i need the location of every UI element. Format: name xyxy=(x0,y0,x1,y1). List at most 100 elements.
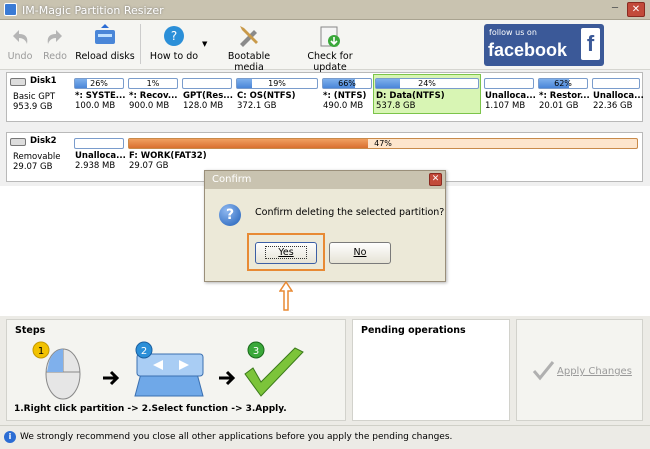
usage-percent: 66% xyxy=(338,79,356,88)
usage-bar xyxy=(484,78,534,89)
minimize-button[interactable]: ─ xyxy=(606,2,624,17)
partition-size: 22.36 GB xyxy=(593,101,633,111)
step3-number: 3 xyxy=(253,346,259,357)
bootable-media-button[interactable]: Bootable media xyxy=(212,22,286,73)
window-title: IM-Magic Partition Resizer xyxy=(22,4,164,17)
apply-changes-label: Apply Changes xyxy=(557,366,632,377)
usage-bar: 24% xyxy=(375,78,479,89)
usage-percent: 1% xyxy=(146,79,160,88)
usage-bar: 66% xyxy=(322,78,372,89)
disk2-type: Removable xyxy=(13,152,61,162)
dialog-close-button[interactable]: ✕ xyxy=(429,173,442,186)
step2-number: 2 xyxy=(141,346,147,357)
disk1-partition[interactable]: 26% *: SYSTE... 100.0 MB xyxy=(73,76,126,112)
close-button[interactable]: ✕ xyxy=(627,2,645,17)
disk1-partition[interactable]: 19% C: OS(NTFS) 372.1 GB xyxy=(235,76,319,112)
partition-name: Unalloca... xyxy=(485,91,536,101)
arrow-right-icon xyxy=(219,370,236,386)
arrow-right-icon xyxy=(103,370,120,386)
partition-name: C: OS(NTFS) xyxy=(237,91,296,101)
undo-label: Undo xyxy=(7,51,33,62)
usage-bar: 26% xyxy=(74,78,124,89)
steps-illustration: 1 2 3 xyxy=(32,341,304,400)
usage-percent: 26% xyxy=(90,79,108,88)
steps-heading: Steps xyxy=(15,325,46,336)
svg-text:?: ? xyxy=(171,29,177,43)
status-text: We strongly recommend you close all othe… xyxy=(20,432,453,442)
apply-changes-button[interactable]: Apply Changes xyxy=(516,319,643,421)
pending-operations-heading: Pending operations xyxy=(361,325,466,336)
undo-icon xyxy=(13,30,28,44)
redo-label: Redo xyxy=(43,51,67,62)
how-to-do-label: How to do xyxy=(149,51,199,62)
partition-name: *: SYSTE... xyxy=(75,91,126,101)
yes-button-highlight xyxy=(247,233,325,271)
redo-button[interactable]: Redo xyxy=(38,22,72,66)
partition-name: Unalloca... xyxy=(75,151,126,161)
usage-percent: 24% xyxy=(418,79,436,88)
app-icon xyxy=(4,3,17,16)
disk1-partition[interactable]: 24% D: Data(NTFS) 537.8 GB xyxy=(373,74,481,114)
disk2-partition[interactable]: 47% F: WORK(FAT32) 29.07 GB xyxy=(127,136,639,172)
hard-disk-icon xyxy=(10,78,26,86)
reload-disks-button[interactable]: Reload disks xyxy=(74,22,136,66)
usage-bar: 62% xyxy=(538,78,588,89)
check-update-button[interactable]: Check for update xyxy=(290,22,370,73)
facebook-f-icon: f xyxy=(581,28,600,60)
how-to-do-dropdown-icon[interactable]: ▼ xyxy=(202,40,207,48)
toolbar: Undo Redo Reload disks ? How to do ▼ Boo… xyxy=(0,20,650,73)
bootable-media-label: Bootable media xyxy=(227,51,271,73)
partition-size: 900.0 MB xyxy=(129,101,170,111)
partition-size: 372.1 GB xyxy=(237,101,277,111)
info-icon: i xyxy=(4,431,16,443)
disk2-size: 29.07 GB xyxy=(13,162,53,172)
disk1-partition[interactable]: 1% *: Recov... 900.0 MB xyxy=(127,76,179,112)
usage-bar: 1% xyxy=(128,78,178,89)
reload-disks-label: Reload disks xyxy=(75,51,135,62)
confirm-message: Confirm deleting the selected partition? xyxy=(255,207,445,218)
usage-percent: 62% xyxy=(554,79,572,88)
partition-name: *: Restor... xyxy=(539,91,590,101)
usage-bar: 19% xyxy=(236,78,318,89)
bottom-panel: Steps 1 2 3 1.Right click partition -> 2… xyxy=(0,316,650,425)
disk1-name: Disk1 xyxy=(30,76,57,86)
partition-name: GPT(Res... xyxy=(183,91,233,101)
how-to-do-button[interactable]: ? How to do xyxy=(146,22,202,66)
no-button-label: No xyxy=(353,247,367,258)
partition-size: 537.8 GB xyxy=(376,101,416,111)
partition-size: 128.0 MB xyxy=(183,101,224,111)
no-button[interactable]: No xyxy=(329,242,391,264)
partition-size: 1.107 MB xyxy=(485,101,526,111)
disk1-type: Basic GPT xyxy=(13,92,56,102)
toolbar-separator xyxy=(140,24,141,64)
facebook-banner[interactable]: follow us on facebook f xyxy=(484,24,604,66)
disk1-row[interactable]: Disk1 Basic GPT 953.9 GB 26% *: SYSTE... 1… xyxy=(6,72,644,122)
removable-disk-icon xyxy=(10,138,26,146)
usage-bar: 47% xyxy=(128,138,638,149)
undo-button[interactable]: Undo xyxy=(4,22,36,66)
step1-number: 1 xyxy=(38,346,44,357)
tools-icon xyxy=(240,26,258,47)
disk1-partition[interactable]: 66% *: (NTFS) 490.0 MB xyxy=(321,76,373,112)
usage-bar xyxy=(592,78,640,89)
disk1-partition[interactable]: 62% *: Restor... 20.01 GB xyxy=(537,76,590,112)
disk1-partition[interactable]: GPT(Res... 128.0 MB xyxy=(181,76,233,112)
confirm-dialog-title: Confirm xyxy=(212,174,252,185)
partition-name: Unalloca... xyxy=(593,91,644,101)
status-bar: i We strongly recommend you close all ot… xyxy=(0,425,650,449)
apply-check-icon xyxy=(532,361,555,381)
partition-name: *: Recov... xyxy=(129,91,178,101)
facebook-brand-text: facebook xyxy=(488,40,568,60)
steps-panel: Steps 1 2 3 1.Right click partition -> 2… xyxy=(6,319,346,421)
disk1-partition[interactable]: Unalloca... 1.107 MB xyxy=(483,76,536,112)
mouse-icon xyxy=(45,348,81,400)
confirm-dialog-titlebar: Confirm ✕ xyxy=(205,171,445,189)
title-bar: IM-Magic Partition Resizer ─ ✕ xyxy=(0,0,650,20)
disk1-partition[interactable]: Unalloca... 22.36 GB xyxy=(591,76,644,112)
partition-name: D: Data(NTFS) xyxy=(376,91,445,101)
disk2-name: Disk2 xyxy=(30,136,57,146)
disk2-partition[interactable]: Unalloca... 2.938 MB xyxy=(73,136,126,172)
update-icon xyxy=(320,26,340,47)
disk1-size: 953.9 GB xyxy=(13,102,53,112)
reload-disks-icon xyxy=(95,24,115,44)
